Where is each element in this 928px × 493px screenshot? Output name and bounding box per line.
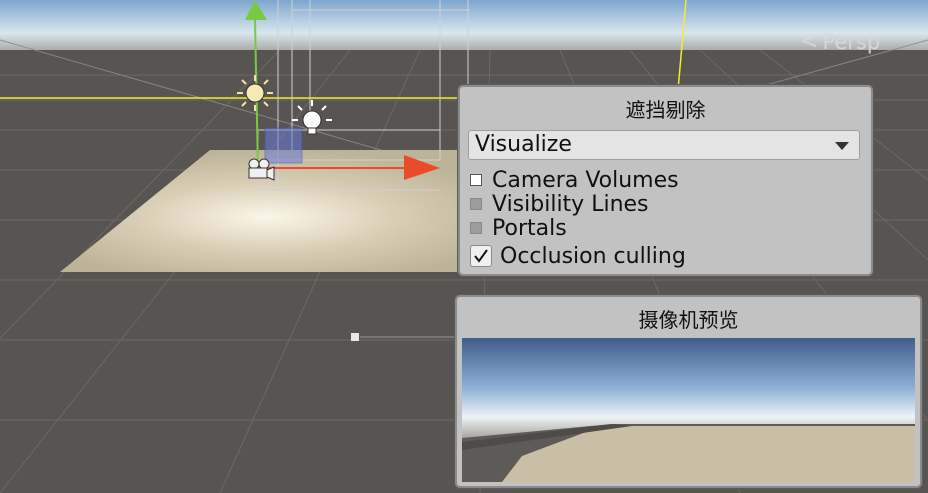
option-label: Camera Volumes (492, 167, 679, 193)
visualize-dropdown[interactable]: Visualize (468, 130, 860, 160)
chevron-down-icon (835, 142, 849, 150)
camera-preview-panel: 摄像机预览 (455, 295, 922, 488)
option-label: Visibility Lines (492, 191, 649, 217)
option-visibility-lines: Visibility Lines (470, 191, 649, 217)
dropdown-value: Visualize (475, 132, 572, 157)
option-label: Portals (492, 215, 567, 241)
chevron-left-icon: < (800, 29, 819, 54)
option-portals: Portals (470, 215, 567, 241)
panel-title: 遮挡剔除 (625, 98, 706, 122)
portals-checkbox (470, 222, 482, 234)
camera-volumes-checkbox[interactable] (470, 174, 482, 186)
option-camera-volumes[interactable]: Camera Volumes (470, 167, 679, 193)
visibility-lines-checkbox (470, 198, 482, 210)
panel-title: 摄像机预览 (638, 308, 739, 332)
option-occlusion-culling[interactable]: Occlusion culling (470, 243, 686, 269)
occlusion-culling-checkbox[interactable] (470, 245, 492, 267)
projection-toggle[interactable]: < Persp (800, 30, 880, 54)
occlusion-culling-panel: 遮挡剔除 Visualize Camera Volumes Visibility… (458, 85, 873, 276)
checkmark-icon (474, 249, 488, 263)
option-label: Occlusion culling (500, 243, 686, 269)
persp-label: Persp (822, 30, 881, 54)
camera-preview-image (462, 338, 915, 482)
